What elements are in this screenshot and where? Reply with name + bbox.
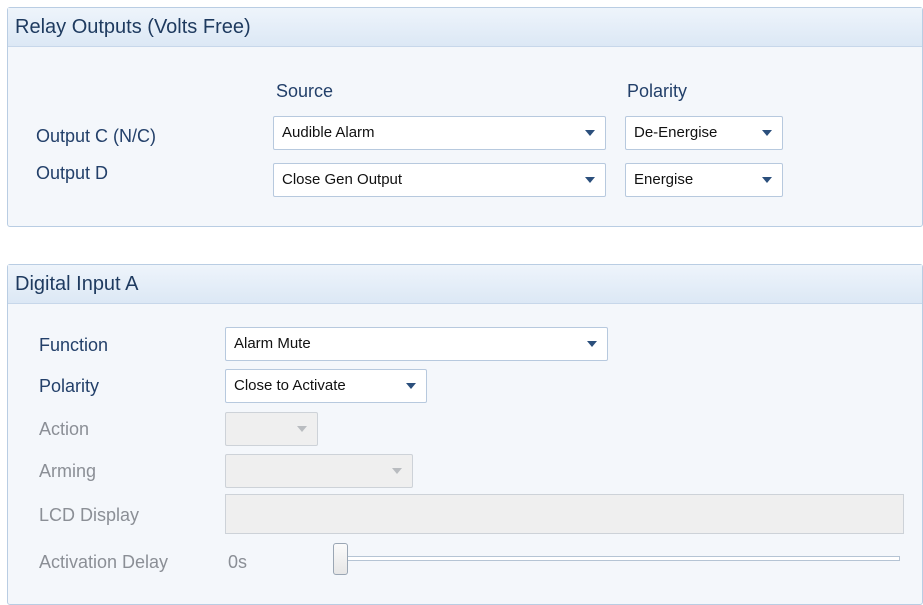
relay-outputs-panel: Relay Outputs (Volts Free) Source Polari… [7, 7, 923, 227]
function-value: Alarm Mute [234, 335, 311, 352]
action-dropdown [225, 412, 318, 446]
chevron-down-icon [406, 383, 416, 389]
output-c-polarity-dropdown[interactable]: De-Energise [625, 116, 783, 150]
relay-outputs-title: Relay Outputs (Volts Free) [8, 8, 922, 47]
activation-delay-slider-thumb[interactable] [333, 543, 348, 575]
output-c-source-value: Audible Alarm [282, 124, 375, 141]
chevron-down-icon [587, 341, 597, 347]
digital-input-panel: Digital Input A Function Alarm Mute Pola… [7, 264, 923, 605]
output-d-source-value: Close Gen Output [282, 171, 403, 188]
function-dropdown[interactable]: Alarm Mute [225, 327, 608, 361]
chevron-down-icon [585, 177, 595, 183]
output-d-source-dropdown[interactable]: Close Gen Output [273, 163, 606, 197]
chevron-down-icon [762, 130, 772, 136]
lcd-display-label: LCD Display [39, 505, 140, 525]
output-c-polarity-value: De-Energise [634, 124, 718, 141]
activation-delay-slider-track[interactable] [340, 556, 900, 561]
output-c-source-dropdown[interactable]: Audible Alarm [273, 116, 606, 150]
function-label: Function [39, 335, 109, 355]
chevron-down-icon [297, 426, 307, 432]
arming-dropdown [225, 454, 413, 488]
polarity-column-header: Polarity [627, 81, 688, 101]
chevron-down-icon [762, 177, 772, 183]
action-label: Action [39, 419, 90, 439]
chevron-down-icon [392, 468, 402, 474]
output-d-label: Output D [36, 163, 109, 183]
polarity-dropdown[interactable]: Close to Activate [225, 369, 427, 403]
digital-input-title: Digital Input A [8, 265, 922, 304]
polarity-label: Polarity [39, 376, 100, 396]
source-column-header: Source [276, 81, 334, 101]
output-d-polarity-value: Energise [634, 171, 694, 188]
activation-delay-value: 0s [228, 552, 248, 572]
output-d-polarity-dropdown[interactable]: Energise [625, 163, 783, 197]
activation-delay-label: Activation Delay [39, 552, 169, 572]
arming-label: Arming [39, 461, 97, 481]
output-c-label: Output C (N/C) [36, 126, 157, 146]
chevron-down-icon [585, 130, 595, 136]
lcd-display-field [225, 494, 904, 534]
polarity-value: Close to Activate [234, 377, 346, 394]
